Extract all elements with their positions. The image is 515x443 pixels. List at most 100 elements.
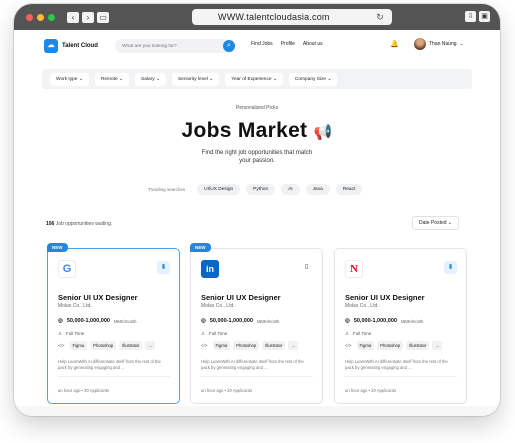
code-icon: </> (345, 343, 352, 348)
skill-chip: Illustrator (262, 341, 286, 350)
trending-tag[interactable]: AI (281, 184, 300, 195)
applicants-count: 20 Applicants (371, 388, 397, 393)
close-window-button[interactable] (26, 13, 33, 21)
window-controls (26, 13, 55, 21)
job-meta: an hour ago • 20 Applicants (345, 388, 397, 393)
person-icon: ♙ (345, 331, 350, 336)
company-name: Molax Co., Ltd. (345, 303, 379, 309)
code-icon: </> (58, 343, 65, 348)
menu-profile[interactable]: Profile (281, 41, 295, 47)
filter-salary[interactable]: Salary ⌄ (135, 72, 166, 86)
salary-amount: 50,000-1,000,000 (66, 318, 110, 324)
cloud-logo-icon: ☁ (44, 39, 58, 53)
job-title: Senior UI UX Designer (58, 293, 138, 302)
code-icon: </> (201, 343, 208, 348)
filter-work-type[interactable]: Work type ⌄ (50, 72, 89, 86)
salary-icon: ◎ (58, 318, 63, 324)
job-description: Help LearnWith AI differentiate itself f… (345, 359, 448, 370)
filter-bar: Work type ⌄ Remote ⌄ Salary ⌄ Seniority … (42, 69, 472, 89)
filter-remote[interactable]: Remote ⌄ (94, 72, 130, 86)
sort-dropdown[interactable]: Date Posted ⌄ (412, 216, 460, 230)
site-header: ☁ Talent Cloud ⌕ Find Jobs Profile About… (14, 30, 500, 62)
filter-seniority[interactable]: Seniority level ⌄ (171, 72, 220, 86)
salary-unit: MMK/month (400, 318, 424, 324)
bookmark-outline-icon[interactable]: ▯ (300, 261, 313, 274)
menu-find-jobs[interactable]: Find Jobs (251, 41, 273, 47)
bookmark-icon[interactable]: ▮ (444, 261, 457, 274)
job-title: Senior UI UX Designer (345, 293, 425, 302)
job-card[interactable]: NEW G ▮ Senior UI UX Designer Molax Co.,… (47, 243, 180, 404)
job-type-label: Full Time (353, 331, 372, 336)
skill-chip: Figma (69, 341, 88, 350)
filter-company-size[interactable]: Company Size ⌄ (288, 72, 338, 86)
trending-tag[interactable]: Java (305, 184, 330, 195)
salary-unit: MMK/month (256, 318, 280, 324)
search-icon[interactable]: ⌕ (223, 40, 235, 52)
trending-tag[interactable]: UI/UX Design (197, 184, 241, 195)
salary: ◎ 50,000-1,000,000 MMK/month (58, 318, 137, 324)
skill-more[interactable]: ... (432, 341, 442, 350)
browser-nav: ‹ › ▭ (67, 11, 109, 23)
tabs-icon[interactable]: ▣ (479, 11, 490, 22)
trending-tag[interactable]: React (335, 184, 363, 195)
netflix-logo-icon: N (345, 260, 363, 278)
menu-about-us[interactable]: About us (303, 41, 323, 47)
skill-chip: Photoshop (233, 341, 260, 350)
job-description: Help LearnWith AI differentiate itself f… (201, 359, 304, 370)
skill-chip: Illustrator (406, 341, 430, 350)
trending-searches: Trending searches UI/UX Design Python AI… (148, 184, 363, 195)
job-card[interactable]: NEW in ▯ Senior UI UX Designer Molax Co.… (190, 243, 323, 404)
skill-chip: Photoshop (377, 341, 404, 350)
address-bar[interactable]: WWW.talentcloudasia.com ↻ (192, 9, 392, 25)
new-badge: NEW (47, 243, 68, 252)
skills-list: </> Figma Photoshop Illustrator ... (345, 341, 442, 350)
job-card[interactable]: N ▮ Senior UI UX Designer Molax Co., Ltd… (334, 248, 467, 404)
device-bottom-bezel (14, 406, 500, 416)
company-name: Molax Co., Ltd. (201, 303, 235, 309)
reload-icon[interactable]: ↻ (376, 9, 384, 25)
divider (201, 376, 313, 377)
salary-unit: MMK/month (113, 318, 137, 324)
person-icon: ♙ (58, 331, 63, 336)
notification-bell-icon[interactable]: 🔔 (390, 40, 399, 48)
salary: ◎ 50,000-1,000,000 MMK/month (201, 318, 280, 324)
bookmark-icon[interactable]: ▮ (157, 261, 170, 274)
forward-button[interactable]: › (82, 11, 94, 23)
maximize-window-button[interactable] (48, 13, 55, 21)
trending-label: Trending searches (148, 187, 186, 192)
skill-more[interactable]: ... (288, 341, 298, 350)
hero-kicker: Personalized Picks (235, 105, 279, 111)
applicants-count: 20 Applicants (84, 388, 110, 393)
job-type-label: Full Time (209, 331, 228, 336)
job-title: Senior UI UX Designer (201, 293, 281, 302)
salary-icon: ◎ (201, 318, 206, 324)
minimize-window-button[interactable] (37, 13, 44, 21)
user-menu[interactable]: Than Naung ⌄ (414, 38, 464, 50)
main-menu: Find Jobs Profile About us (251, 41, 323, 47)
posted-time: an hour ago (58, 388, 81, 393)
download-icon[interactable]: ⇩ (465, 11, 476, 22)
browser-actions: ⇩ ▣ (465, 11, 490, 22)
divider (58, 376, 170, 377)
brand-logo[interactable]: ☁ Talent Cloud (44, 39, 98, 53)
job-description: Help LearnWith AI differentiate itself f… (58, 359, 161, 370)
google-logo-icon: G (58, 260, 76, 278)
salary-icon: ◎ (345, 318, 350, 324)
skill-chip: Figma (212, 341, 231, 350)
new-badge: NEW (190, 243, 211, 252)
user-name: Than Naung (429, 41, 457, 47)
skill-more[interactable]: ... (145, 341, 155, 350)
job-type: ♙ Full Time (201, 331, 227, 337)
results-count-number: 106 (46, 221, 55, 227)
trending-tag[interactable]: Python (246, 184, 276, 195)
job-type-label: Full Time (66, 331, 85, 336)
back-button[interactable]: ‹ (67, 11, 79, 23)
filter-experience[interactable]: Year of Experience ⌄ (225, 72, 283, 86)
skills-list: </> Figma Photoshop Illustrator ... (201, 341, 298, 350)
search-input[interactable] (115, 39, 235, 53)
posted-time: an hour ago (345, 388, 368, 393)
posted-time: an hour ago (201, 388, 224, 393)
company-name: Molax Co., Ltd. (58, 303, 92, 309)
sidebar-toggle-icon[interactable]: ▭ (97, 11, 109, 23)
linkedin-logo-icon: in (201, 260, 219, 278)
